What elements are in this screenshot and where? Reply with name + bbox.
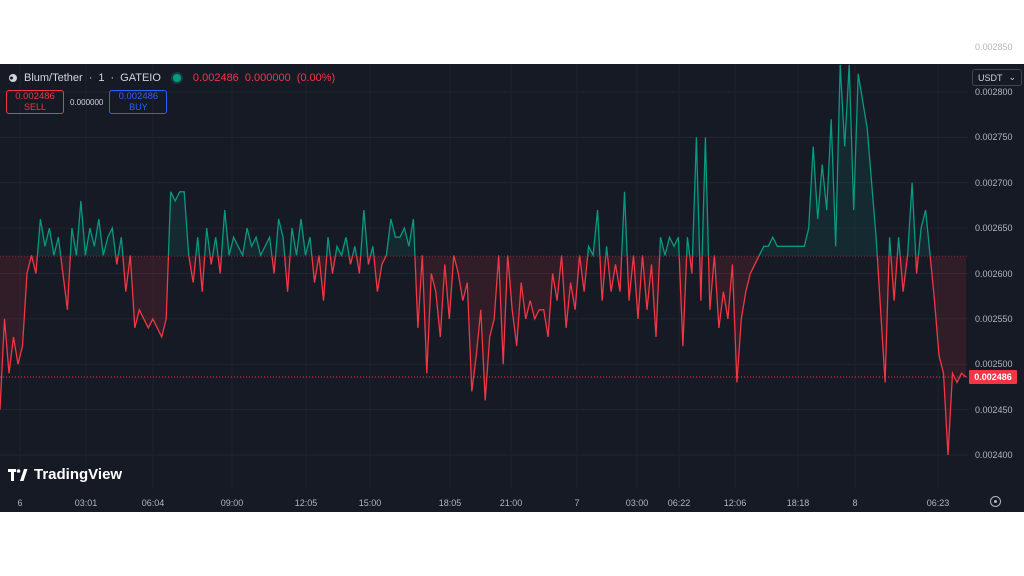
interval[interactable]: 1 bbox=[98, 72, 104, 84]
x-tick-label: 03:01 bbox=[74, 498, 98, 508]
sell-label: SELL bbox=[23, 102, 47, 112]
y-tick-label: 0.002850 bbox=[975, 41, 1013, 52]
price-change-pct: (0.00%) bbox=[296, 72, 336, 84]
trade-panel: 0.002486 SELL 0.000000 0.002486 BUY bbox=[6, 90, 168, 114]
y-tick-label: 0.002400 bbox=[975, 450, 1013, 460]
y-tick-label: 0.002650 bbox=[975, 223, 1013, 234]
last-price: 0.002486 bbox=[192, 72, 239, 84]
x-tick-label: 15:00 bbox=[358, 498, 382, 508]
chevron-down-icon: ⌄ bbox=[1008, 72, 1016, 82]
y-tick-label: 0.002450 bbox=[975, 404, 1013, 415]
x-tick-label: 12:06 bbox=[723, 498, 747, 508]
x-tick-label: 8 bbox=[852, 498, 858, 508]
y-tick-label: 0.002800 bbox=[975, 87, 1013, 97]
market-open-icon bbox=[172, 74, 181, 82]
x-tick-label: 06:23 bbox=[926, 498, 950, 508]
y-tick-label: 0.002600 bbox=[975, 268, 1013, 279]
x-tick-label: 7 bbox=[574, 498, 580, 508]
series-group bbox=[0, 64, 967, 456]
y-tick-label: 0.002700 bbox=[975, 177, 1013, 188]
tradingview-logo[interactable]: TradingView bbox=[8, 466, 122, 483]
currency-label: USDT bbox=[978, 72, 1003, 83]
x-tick-label: 06:04 bbox=[141, 498, 165, 508]
y-tick-label: 0.002500 bbox=[975, 359, 1013, 370]
x-tick-label: 09:00 bbox=[220, 498, 244, 508]
spread-value: 0.000000 bbox=[70, 97, 104, 107]
y-tick-label: 0.002550 bbox=[975, 313, 1013, 324]
x-tick-label: 03:00 bbox=[625, 498, 649, 508]
y-tick-label: 0.002750 bbox=[975, 132, 1013, 143]
sell-button[interactable]: 0.002486 SELL bbox=[6, 90, 64, 114]
separator: · bbox=[88, 72, 93, 84]
x-tick-label: 12:05 bbox=[294, 498, 318, 508]
area-below-baseline bbox=[0, 256, 966, 455]
symbol-logo-icon bbox=[9, 74, 17, 82]
buy-button[interactable]: 0.002486 BUY bbox=[109, 90, 168, 114]
x-tick-label: 21:00 bbox=[499, 498, 523, 508]
separator: · bbox=[110, 72, 115, 84]
price-chart[interactable] bbox=[0, 64, 1024, 512]
exchange: GATEIO bbox=[120, 72, 161, 84]
logo-text: TradingView bbox=[34, 466, 123, 483]
settings-icon[interactable] bbox=[990, 496, 1001, 507]
last-price-tag: 0.002486 bbox=[969, 369, 1017, 384]
x-tick-label: 18:18 bbox=[786, 498, 810, 508]
tradingview-logo-icon bbox=[8, 468, 28, 481]
symbol-name[interactable]: Blum/Tether bbox=[24, 72, 83, 84]
currency-select[interactable]: USDT ⌄ bbox=[972, 69, 1022, 86]
price-change: 0.000000 bbox=[244, 72, 291, 84]
symbol-header[interactable]: Blum/Tether · 1 · GATEIO 0.002486 0.0000… bbox=[8, 71, 335, 85]
sell-price: 0.002486 bbox=[15, 91, 55, 102]
buy-price: 0.002486 bbox=[118, 91, 159, 102]
x-tick-label: 18:05 bbox=[438, 498, 462, 508]
chart-panel[interactable]: Blum/Tether · 1 · GATEIO 0.002486 0.0000… bbox=[0, 42, 1024, 512]
x-tick-label: 6 bbox=[17, 498, 23, 508]
buy-label: BUY bbox=[129, 102, 148, 112]
x-tick-label: 06:22 bbox=[667, 498, 691, 508]
